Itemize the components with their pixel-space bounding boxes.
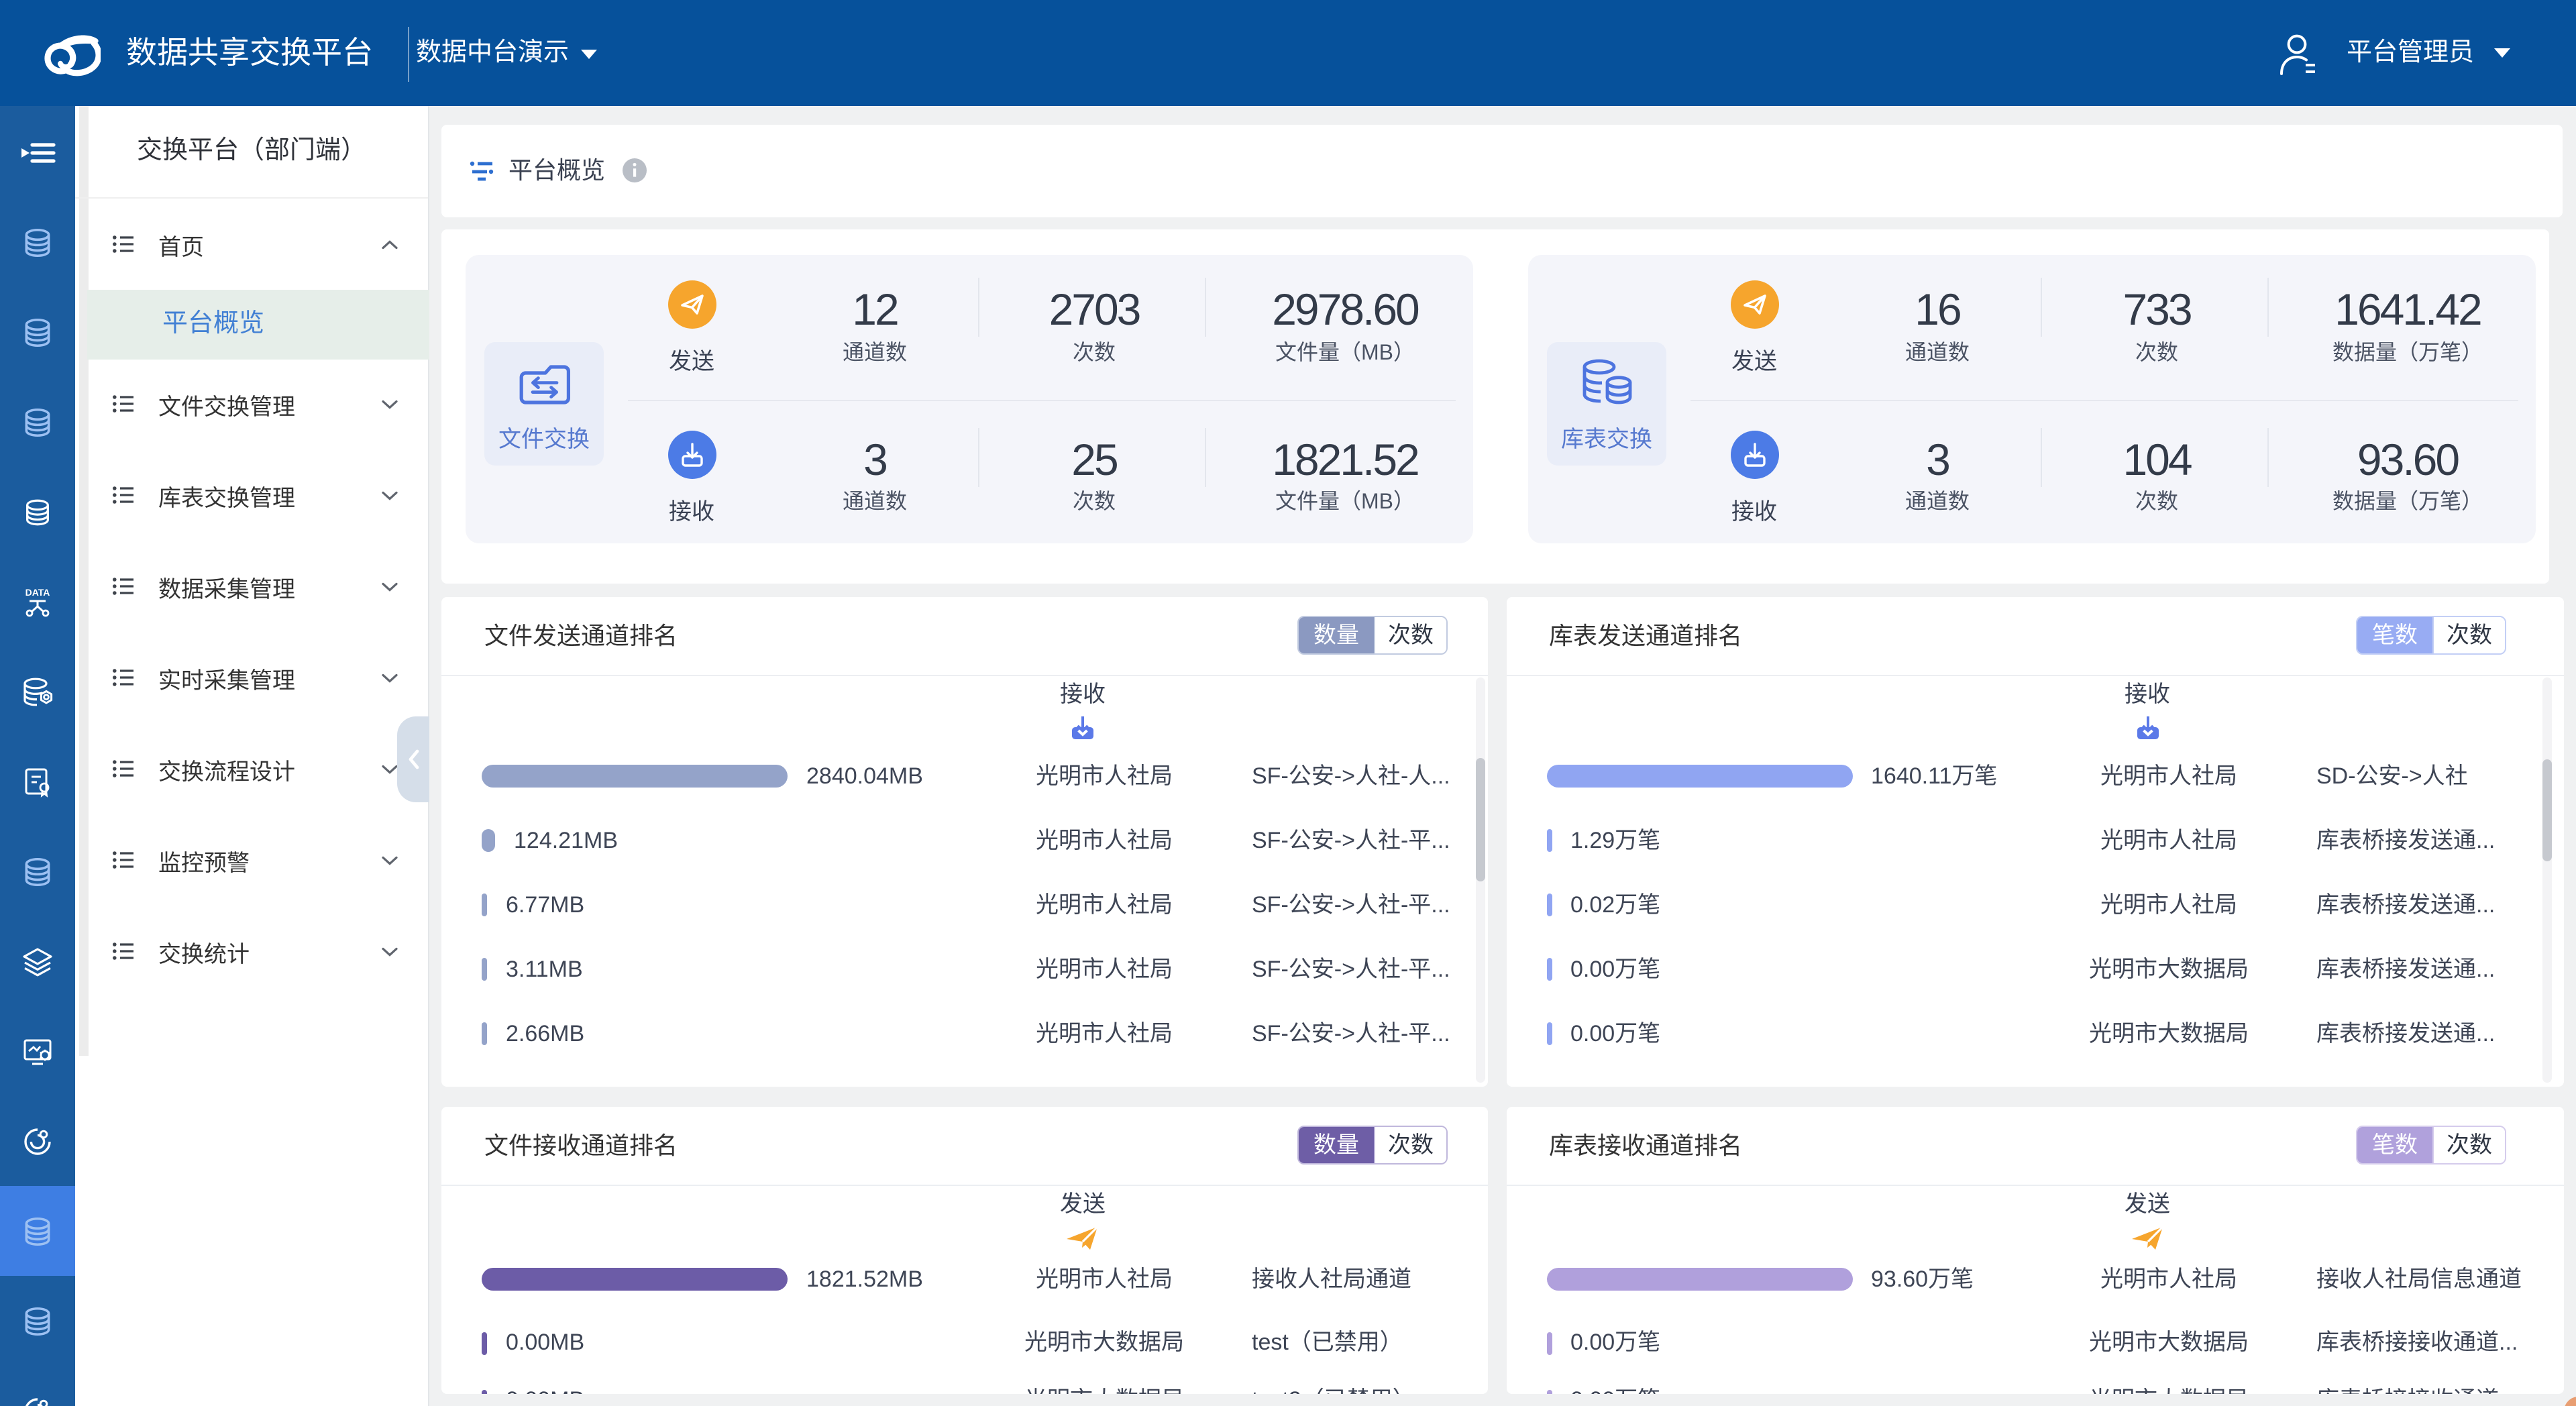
svg-text:DATA: DATA — [25, 586, 50, 597]
